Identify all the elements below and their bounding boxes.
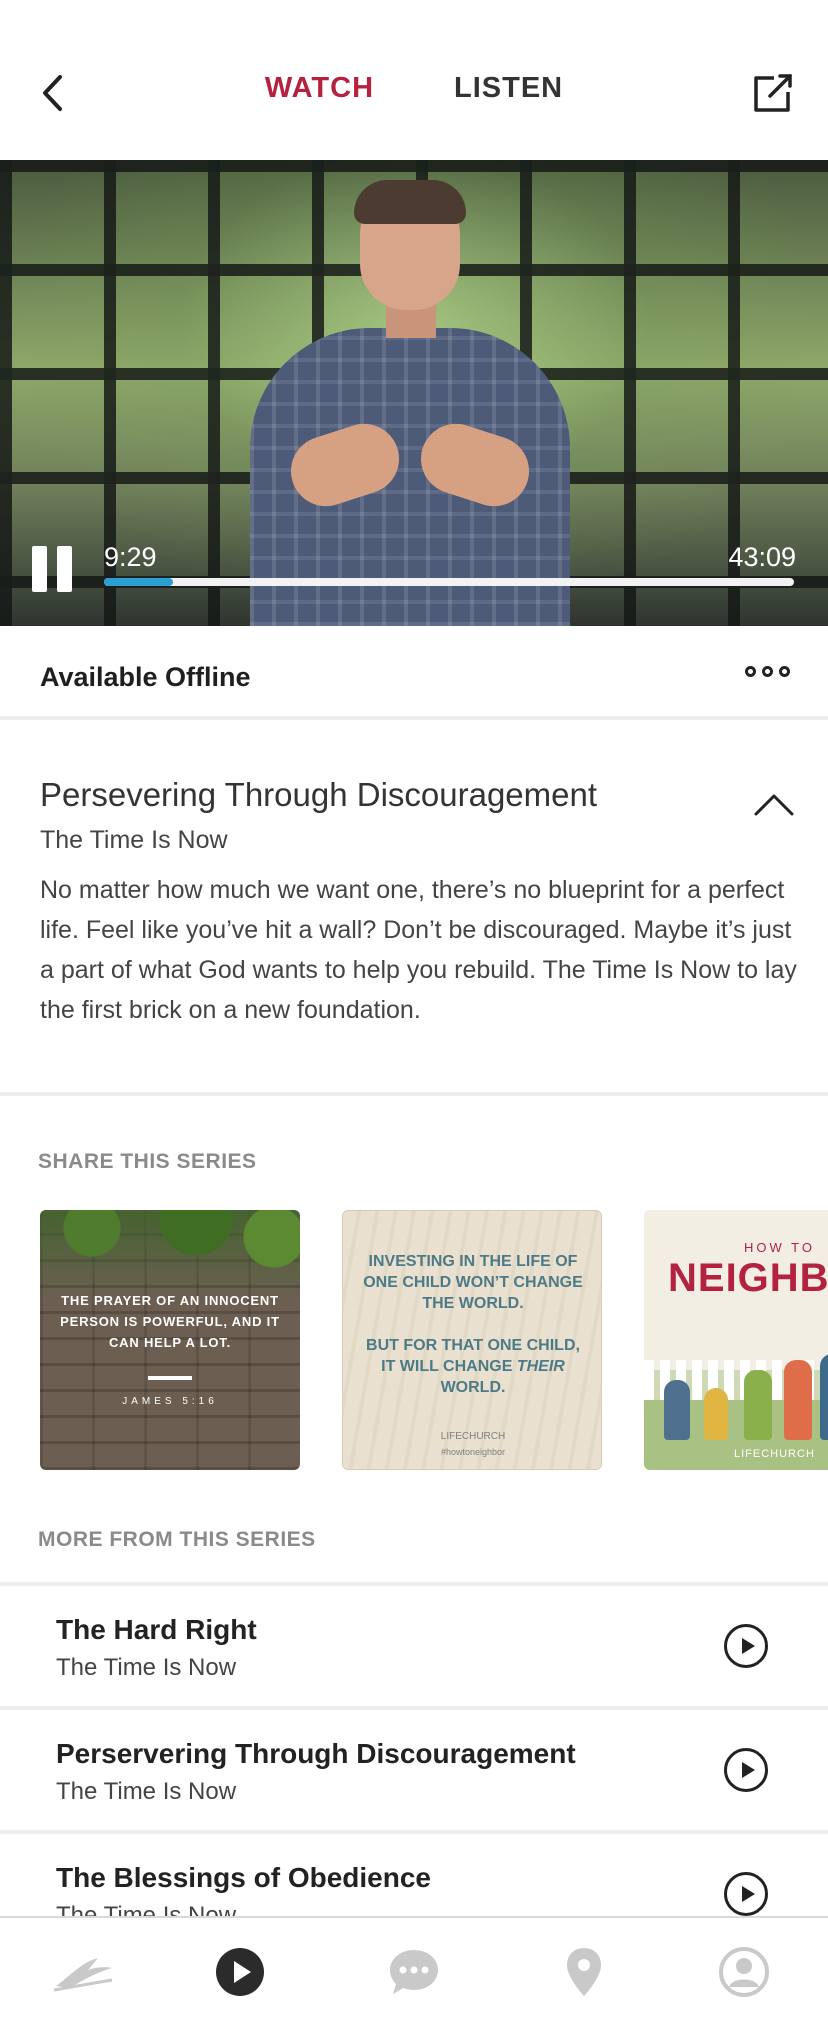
episode-details: Persevering Through Discouragement The T… (0, 720, 828, 1096)
pause-button[interactable] (32, 546, 72, 592)
location-pin-icon (567, 1948, 601, 1996)
share-series-heading: SHARE THIS SERIES (38, 1150, 257, 1173)
list-item-title: Perservering Through Discouragement (56, 1738, 576, 1769)
more-options-icon (745, 666, 756, 677)
lifechurch-brand: LIFECHURCH (440, 1431, 506, 1442)
share-card-quote: THE PRAYER OF AN INNOCENT PERSON IS POWE… (60, 1293, 280, 1350)
share-card-text: INVESTING IN THE LIFE OF ONE CHILD WON’T… (363, 1253, 583, 1396)
list-item-title: The Hard Right (56, 1614, 257, 1645)
illustrated-person (704, 1388, 728, 1440)
share-card-scripture[interactable]: THE PRAYER OF AN INNOCENT PERSON IS POWE… (40, 1210, 300, 1470)
more-options-button[interactable] (745, 666, 790, 677)
available-offline-label: Available Offline (40, 662, 251, 692)
progress-bar-fill (104, 578, 173, 586)
share-card-small-title: HOW TO (744, 1240, 815, 1255)
lifechurch-logo-icon (53, 1958, 113, 1992)
lifechurch-brand: LIFECHURCH (734, 1448, 815, 1460)
progress-bar[interactable] (104, 578, 794, 586)
share-cards-carousel[interactable]: THE PRAYER OF AN INNOCENT PERSON IS POWE… (0, 1210, 828, 1472)
play-button[interactable] (724, 1872, 768, 1916)
tab-home[interactable] (52, 1946, 113, 1998)
pause-icon (32, 546, 47, 592)
list-item-title: The Blessings of Obedience (56, 1862, 431, 1893)
offline-row: Available Offline (0, 626, 828, 720)
collapse-button[interactable] (750, 786, 798, 820)
tab-locations[interactable] (558, 1946, 610, 1998)
illustrated-person (744, 1370, 772, 1440)
illustrated-person (784, 1360, 812, 1440)
chat-bubble-icon (390, 1950, 438, 1994)
tab-chat[interactable] (388, 1946, 440, 1998)
total-time: 43:09 (728, 542, 796, 572)
play-button[interactable] (724, 1748, 768, 1792)
list-item-series: The Time Is Now (56, 1654, 237, 1681)
video-presenter (220, 180, 600, 626)
more-from-series-heading: MORE FROM THIS SERIES (38, 1528, 316, 1551)
share-card-how-to-neighbor[interactable]: HOW TO NEIGHBO LIFECHURCH (644, 1210, 828, 1470)
illustrated-person (664, 1380, 690, 1440)
chevron-up-icon (754, 794, 794, 816)
illustrated-person (820, 1354, 828, 1440)
tab-watch[interactable] (214, 1946, 266, 1998)
profile-icon (719, 1947, 769, 1997)
current-time: 9:29 (104, 542, 157, 572)
share-button[interactable] (750, 70, 796, 116)
tab-profile[interactable] (718, 1946, 770, 1998)
external-share-icon (754, 74, 792, 112)
share-card-reference: JAMES 5:16 (122, 1396, 218, 1407)
video-player[interactable]: 9:29 43:09 (0, 160, 828, 626)
share-card-big-title: NEIGHBO (668, 1256, 828, 1300)
vine-decoration (40, 1210, 300, 1300)
bottom-tab-bar (0, 1916, 828, 2020)
tab-listen[interactable]: LISTEN (454, 72, 563, 105)
more-from-series-list: The Hard Right The Time Is Now Perserver… (0, 1582, 828, 1954)
play-circle-icon (216, 1948, 264, 1996)
tab-watch[interactable]: WATCH (265, 72, 374, 105)
media-tabs: WATCH LISTEN (0, 72, 828, 105)
list-item[interactable]: The Hard Right The Time Is Now (0, 1582, 828, 1706)
share-card-neighbor-quote[interactable]: INVESTING IN THE LIFE OF ONE CHILD WON’T… (342, 1210, 602, 1470)
list-item[interactable]: Perservering Through Discouragement The … (0, 1706, 828, 1830)
share-card-hashtag: #howtoneighbor (440, 1447, 506, 1457)
episode-series: The Time Is Now (40, 826, 228, 854)
episode-description: No matter how much we want one, there’s … (40, 876, 797, 1024)
play-button[interactable] (724, 1624, 768, 1668)
list-item-series: The Time Is Now (56, 1778, 237, 1805)
top-navigation: WATCH LISTEN (0, 0, 828, 160)
episode-title: Persevering Through Discouragement (40, 776, 598, 813)
